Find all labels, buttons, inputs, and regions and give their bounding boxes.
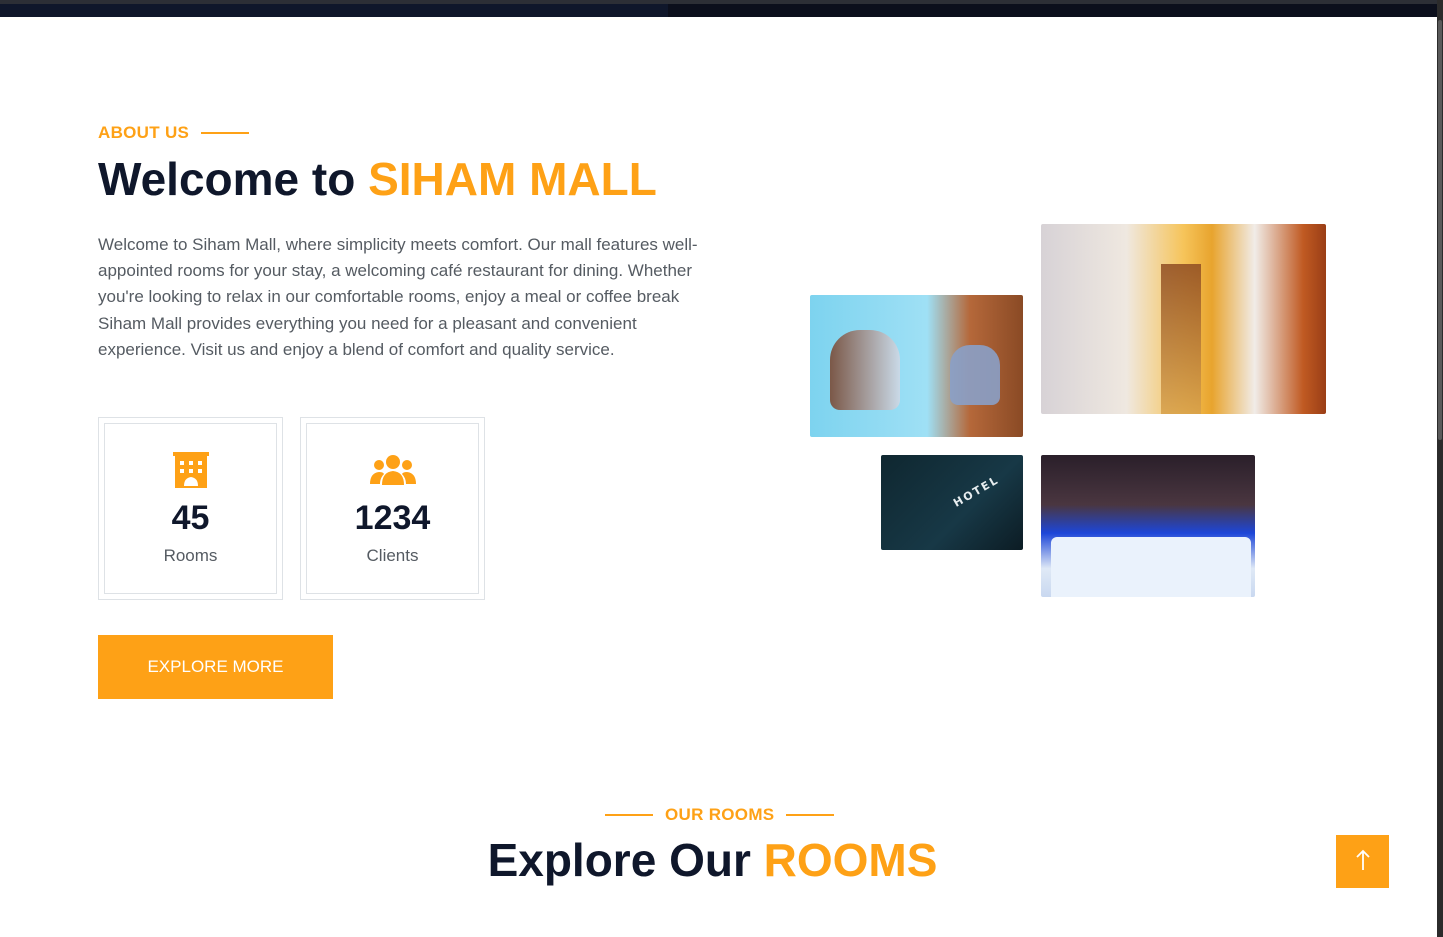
back-to-top-button[interactable]: [1336, 835, 1389, 888]
top-navbar-edge: [0, 0, 1437, 17]
scrollbar[interactable]: [1437, 0, 1443, 937]
chair-shape: [950, 345, 1000, 405]
hotel-icon: [171, 451, 211, 489]
navbar-dark-panel: [668, 4, 1437, 17]
bed-shape: [1051, 537, 1251, 597]
about-subtitle-text: ABOUT US: [98, 123, 190, 142]
scrollbar-thumb[interactable]: [1438, 20, 1442, 440]
about-title-prefix: Welcome to: [98, 153, 369, 205]
chair-shape: [830, 330, 900, 410]
hotel-sign-text: HOTEL: [951, 473, 1002, 510]
hotel-sign-photo: HOTEL: [881, 455, 1023, 550]
explore-more-button[interactable]: EXPLORE MORE: [98, 635, 333, 699]
users-icon: [369, 451, 416, 489]
subtitle-line: [201, 132, 250, 134]
stat-card-inner: 1234 Clients: [306, 423, 479, 594]
stat-card-rooms: 45 Rooms: [98, 417, 283, 600]
stat-card-clients: 1234 Clients: [300, 417, 485, 600]
stat-card-inner: 45 Rooms: [104, 423, 277, 594]
about-subtitle: ABOUT US: [98, 123, 250, 143]
rooms-subtitle: OUR ROOMS: [593, 805, 846, 825]
hallway-photo: [1041, 224, 1326, 414]
rooms-title-prefix: Explore Our: [487, 834, 764, 886]
about-description: Welcome to Siham Mall, where simplicity …: [98, 235, 698, 359]
rooms-count: 45: [171, 499, 210, 537]
clients-count: 1234: [354, 499, 431, 537]
subtitle-line-left: [605, 814, 653, 816]
bedroom-photo: [1041, 455, 1255, 597]
clients-label: Clients: [366, 546, 419, 565]
rooms-title-accent: ROOMS: [763, 834, 938, 886]
rooms-title: Explore Our ROOMS: [0, 833, 1425, 887]
rooms-label: Rooms: [163, 546, 218, 565]
arrow-up-icon: [1355, 849, 1371, 874]
corridor-shape: [1161, 264, 1201, 414]
about-title: Welcome to SIHAM MALL: [98, 152, 657, 206]
subtitle-line-right: [786, 814, 835, 816]
cafe-table-photo: [810, 295, 1023, 437]
about-title-accent: SIHAM MALL: [368, 153, 657, 205]
rooms-subtitle-text: OUR ROOMS: [665, 805, 775, 824]
